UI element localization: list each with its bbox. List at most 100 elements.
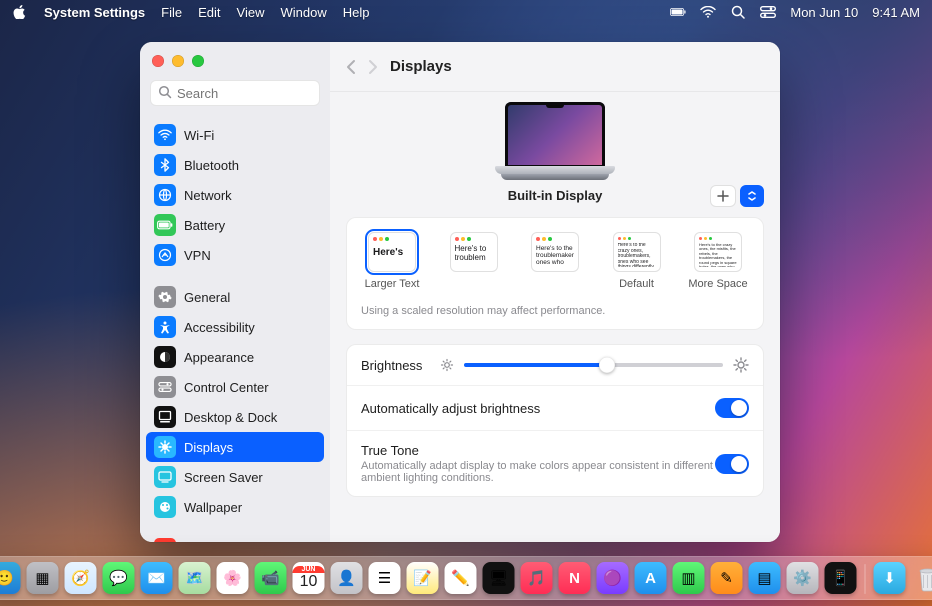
dock-app-freeform[interactable]: ✏️	[445, 562, 477, 594]
brightness-panel: Brightness Automatically adjust brightne…	[346, 344, 764, 497]
truetone-description: Automatically adapt display to make colo…	[361, 460, 715, 484]
sidebar-item-label: Wi-Fi	[184, 128, 214, 143]
auto-brightness-label: Automatically adjust brightness	[361, 401, 540, 416]
dock-app-facetime[interactable]: 📹	[255, 562, 287, 594]
apple-menu-icon[interactable]	[12, 4, 28, 20]
sidebar-item-label: Wallpaper	[184, 500, 242, 515]
dock-app-calendar[interactable]: JUN10	[293, 562, 325, 594]
sidebar-item-desktop-dock[interactable]: Desktop & Dock	[146, 402, 324, 432]
sidebar-item-notifications[interactable]: Notifications	[146, 534, 324, 542]
resolution-option-2[interactable]: Here's to the troublemakers, ones who	[524, 232, 586, 291]
resolution-option-4[interactable]: Here's to the crazy ones, the misfits, t…	[687, 232, 749, 291]
truetone-label: True Tone	[361, 443, 715, 458]
gear-icon	[154, 286, 176, 308]
dock-app-pages[interactable]: ✎	[711, 562, 743, 594]
auto-brightness-switch[interactable]	[715, 398, 749, 418]
brightness-slider[interactable]	[464, 363, 723, 367]
resolution-option-0[interactable]: Here'sLarger Text	[361, 232, 423, 291]
menubar-item-view[interactable]: View	[237, 5, 265, 20]
dock-app-numbers[interactable]: ▥	[673, 562, 705, 594]
dock-app-appstore[interactable]: A	[635, 562, 667, 594]
page-title: Displays	[390, 58, 452, 75]
sidebar-item-network[interactable]: Network	[146, 180, 324, 210]
dock-app-notes[interactable]: 📝	[407, 562, 439, 594]
control-center-icon[interactable]	[760, 4, 776, 20]
sidebar-item-appearance[interactable]: Appearance	[146, 342, 324, 372]
dock-app-reminders[interactable]: ☰	[369, 562, 401, 594]
spotlight-icon[interactable]	[730, 4, 746, 20]
window-minimize-button[interactable]	[172, 55, 184, 67]
nav-forward-button[interactable]	[368, 59, 378, 75]
window-zoom-button[interactable]	[192, 55, 204, 67]
menubar-time[interactable]: 9:41 AM	[872, 5, 920, 20]
sidebar-item-screen-saver[interactable]: Screen Saver	[146, 462, 324, 492]
sidebar-item-control-center[interactable]: Control Center	[146, 372, 324, 402]
dock-app-podcasts[interactable]: 🟣	[597, 562, 629, 594]
batt-icon	[154, 214, 176, 236]
menubar-date[interactable]: Mon Jun 10	[790, 5, 858, 20]
sidebar-item-wi-fi[interactable]: Wi-Fi	[146, 120, 324, 150]
sidebar-item-label: Desktop & Dock	[184, 410, 277, 425]
sidebar-item-label: Displays	[184, 440, 233, 455]
dock-app-photos[interactable]: 🌸	[217, 562, 249, 594]
sidebar-item-displays[interactable]: Displays	[146, 432, 324, 462]
menubar-item-window[interactable]: Window	[280, 5, 326, 20]
sidebar-item-battery[interactable]: Battery	[146, 210, 324, 240]
sidebar-item-label: Network	[184, 188, 232, 203]
menubar-app-name[interactable]: System Settings	[44, 5, 145, 20]
menubar-item-help[interactable]: Help	[343, 5, 370, 20]
wall-icon	[154, 496, 176, 518]
resolution-option-3[interactable]: Here's to the crazy ones, troublemakers,…	[606, 232, 668, 291]
brightness-max-icon	[733, 357, 749, 373]
sidebar-item-label: Appearance	[184, 350, 254, 365]
dock-stack-downloads[interactable]: ⬇︎	[874, 562, 906, 594]
dock-app-mail[interactable]: ✉️	[141, 562, 173, 594]
dock-app-news[interactable]: N	[559, 562, 591, 594]
sidebar-item-bluetooth[interactable]: Bluetooth	[146, 150, 324, 180]
content-pane: Displays Built-in Display Here'sLarger T…	[330, 42, 780, 542]
dock-app-keynote[interactable]: ▤	[749, 562, 781, 594]
dock-app-safari[interactable]: 🧭	[65, 562, 97, 594]
sidebar-item-label: Notifications	[184, 542, 255, 543]
display-preview: Built-in Display	[330, 92, 780, 217]
menubar-item-file[interactable]: File	[161, 5, 182, 20]
appear-icon	[154, 346, 176, 368]
display-arrangement-popup[interactable]	[740, 185, 764, 207]
sidebar: Wi-Fi Bluetooth Network BatteryVPN GeneralAc…	[140, 42, 330, 542]
dock-icon	[154, 406, 176, 428]
brightness-min-icon	[440, 358, 454, 372]
dock-app-maps[interactable]: 🗺️	[179, 562, 211, 594]
resolution-option-1[interactable]: Here's to troublem	[443, 232, 505, 291]
nav-back-button[interactable]	[346, 59, 356, 75]
window-close-button[interactable]	[152, 55, 164, 67]
sidebar-item-vpn[interactable]: VPN	[146, 240, 324, 270]
system-settings-window: Wi-Fi Bluetooth Network BatteryVPN GeneralAc…	[140, 42, 780, 542]
sidebar-item-wallpaper[interactable]: Wallpaper	[146, 492, 324, 522]
search-input[interactable]	[150, 80, 320, 106]
dock-app-tv[interactable]: 🖥	[483, 562, 515, 594]
bell-icon	[154, 538, 176, 542]
dock-trash[interactable]	[912, 562, 932, 594]
sidebar-search	[150, 80, 320, 106]
truetone-switch[interactable]	[715, 454, 749, 474]
dock: 🙂▦🧭💬✉️🗺️🌸📹JUN10👤☰📝✏️🖥🎵N🟣A▥✎▤⚙️📱 ⬇︎	[0, 556, 932, 600]
dock-app-contacts[interactable]: 👤	[331, 562, 363, 594]
dock-app-finder[interactable]: 🙂	[0, 562, 21, 594]
dock-app-launchpad[interactable]: ▦	[27, 562, 59, 594]
cc-icon	[154, 376, 176, 398]
sidebar-item-accessibility[interactable]: Accessibility	[146, 312, 324, 342]
disp-icon	[154, 436, 176, 458]
display-name-label: Built-in Display	[508, 188, 603, 203]
bt-icon	[154, 154, 176, 176]
sidebar-item-general[interactable]: General	[146, 282, 324, 312]
menubar-item-edit[interactable]: Edit	[198, 5, 220, 20]
dock-app-music[interactable]: 🎵	[521, 562, 553, 594]
display-thumbnail[interactable]	[495, 102, 615, 180]
battery-status-icon[interactable]	[670, 4, 686, 20]
add-display-button[interactable]	[710, 185, 736, 207]
dock-app-messages[interactable]: 💬	[103, 562, 135, 594]
globe-icon	[154, 184, 176, 206]
dock-app-settings[interactable]: ⚙️	[787, 562, 819, 594]
wifi-status-icon[interactable]	[700, 4, 716, 20]
dock-app-iphone-mirroring[interactable]: 📱	[825, 562, 857, 594]
